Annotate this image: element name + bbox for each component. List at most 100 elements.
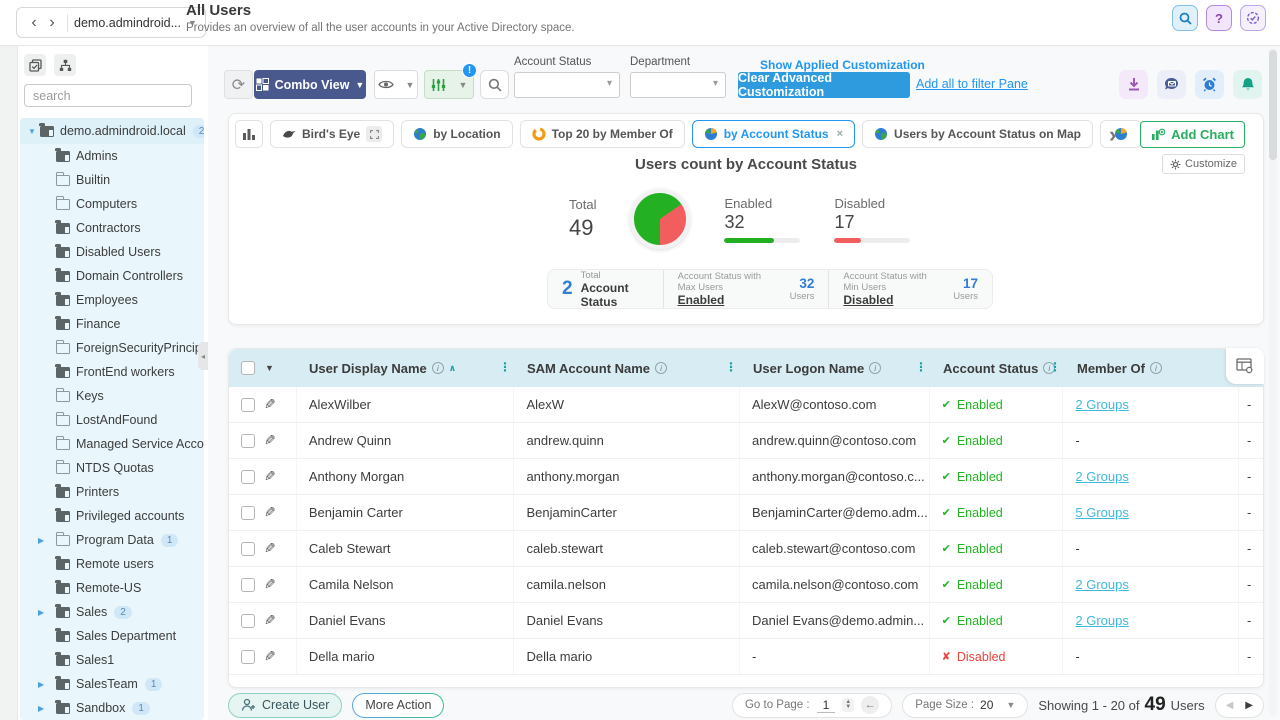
table-row-della-mario[interactable]: ✎Della marioDella mario-Disabled--	[229, 639, 1263, 675]
chart-tab-more[interactable]	[1100, 120, 1142, 148]
back-arrow-icon[interactable]: ‹	[25, 15, 43, 31]
multi-select-button[interactable]	[24, 54, 46, 76]
goto-page-go-icon[interactable]: ←	[861, 696, 879, 714]
sidebar-item-privileged-accounts[interactable]: Privileged accounts	[20, 504, 204, 528]
sidebar-item-sales1[interactable]: Sales1	[20, 648, 204, 672]
row-checkbox[interactable]	[241, 650, 255, 664]
chart-tab-users-by-account-status-on-map[interactable]: Users by Account Status on Map	[862, 120, 1093, 148]
goto-page-input[interactable]: 1	[817, 698, 836, 713]
sidebar-item-lostandfound[interactable]: LostAndFound	[20, 408, 204, 432]
edit-pencil-icon[interactable]: ✎	[264, 468, 276, 485]
table-row-alexwilber[interactable]: ✎AlexWilberAlexWAlexW@contoso.comEnabled…	[229, 387, 1263, 423]
sidebar-item-ntds-quotas[interactable]: NTDS Quotas	[20, 456, 204, 480]
edit-pencil-icon[interactable]: ✎	[264, 648, 276, 665]
history-button[interactable]	[1240, 5, 1266, 31]
sidebar-item-foreignsecurityprincipals[interactable]: ForeignSecurityPrincipals	[20, 336, 204, 360]
tree-root-domain[interactable]: ▼ demo.admindroid.local 29	[20, 118, 204, 144]
sidebar-item-remote-us[interactable]: Remote-US	[20, 576, 204, 600]
account-status-filter-select[interactable]	[514, 72, 620, 98]
sidebar-item-builtin[interactable]: Builtin	[20, 168, 204, 192]
page-size-control[interactable]: Page Size : 20 ▼	[902, 693, 1028, 718]
sidebar-item-sandbox[interactable]: ▶Sandbox1	[20, 696, 204, 720]
expand-arrow-icon[interactable]: ▶	[38, 608, 50, 617]
sidebar-item-managed-service-accoun[interactable]: Managed Service Accoun...	[20, 432, 204, 456]
member-groups-link[interactable]: 5 Groups	[1075, 505, 1128, 520]
sidebar-item-domain-controllers[interactable]: Domain Controllers	[20, 264, 204, 288]
edit-pencil-icon[interactable]: ✎	[264, 504, 276, 521]
row-checkbox[interactable]	[241, 398, 255, 412]
chart-tab-top-20-by-member-of[interactable]: Top 20 by Member Of	[520, 120, 685, 148]
col-sam-account-name[interactable]: SAM Account Name	[515, 349, 741, 387]
row-checkbox[interactable]	[241, 434, 255, 448]
org-tree-button[interactable]	[54, 54, 76, 76]
member-groups-link[interactable]: 2 Groups	[1075, 397, 1128, 412]
feedback-button[interactable]	[1157, 70, 1186, 99]
sidebar-item-program-data[interactable]: ▶Program Data1	[20, 528, 204, 552]
sidebar-item-printers[interactable]: Printers	[20, 480, 204, 504]
sidebar-search-input[interactable]	[33, 89, 194, 103]
expand-arrow-icon[interactable]: ▶	[38, 680, 50, 689]
sidebar-item-keys[interactable]: Keys	[20, 384, 204, 408]
row-checkbox[interactable]	[241, 542, 255, 556]
column-settings-button[interactable]	[1226, 348, 1264, 384]
sidebar-item-sales[interactable]: ▶Sales2	[20, 600, 204, 624]
col-user-logon-name[interactable]: User Logon Name	[741, 349, 931, 387]
notifications-button[interactable]	[1233, 70, 1262, 99]
chart-list-button[interactable]	[235, 120, 263, 148]
table-row-andrew-quinn[interactable]: ✎Andrew Quinnandrew.quinnandrew.quinn@co…	[229, 423, 1263, 459]
add-all-to-filter-pane-link[interactable]: Add all to filter Pane	[916, 77, 1028, 91]
row-checkbox[interactable]	[241, 578, 255, 592]
sidebar-item-frontend-workers[interactable]: FrontEnd workers	[20, 360, 204, 384]
member-groups-link[interactable]: 2 Groups	[1075, 469, 1128, 484]
sidebar-item-contractors[interactable]: Contractors	[20, 216, 204, 240]
refresh-button[interactable]: ⟳	[224, 70, 253, 99]
row-checkbox[interactable]	[241, 470, 255, 484]
row-checkbox[interactable]	[241, 506, 255, 520]
edit-pencil-icon[interactable]: ✎	[264, 612, 276, 629]
next-page-icon[interactable]: ▶	[1245, 700, 1253, 711]
more-action-button[interactable]: More Action	[352, 693, 444, 718]
select-all-checkbox[interactable]	[241, 361, 255, 375]
help-button[interactable]: ?	[1206, 5, 1232, 31]
combo-view-button[interactable]: Combo View ▼	[254, 70, 366, 99]
sidebar-collapse-handle[interactable]: ◂	[198, 342, 208, 370]
col-user-display-name[interactable]: User Display Name	[297, 349, 515, 387]
edit-pencil-icon[interactable]: ✎	[264, 432, 276, 449]
sidebar-search[interactable]	[24, 84, 192, 107]
chart-tab-by-location[interactable]: by Location	[401, 120, 512, 148]
expand-arrow-icon[interactable]: ▶	[38, 704, 50, 713]
edit-pencil-icon[interactable]: ✎	[264, 540, 276, 557]
sidebar-item-admins[interactable]: Admins	[20, 144, 204, 168]
table-row-camila-nelson[interactable]: ✎Camila Nelsoncamila.nelsoncamila.nelson…	[229, 567, 1263, 603]
show-applied-customization-link[interactable]: Show Applied Customization	[760, 58, 925, 72]
col-account-status[interactable]: Account Status	[931, 349, 1065, 387]
download-button[interactable]	[1119, 70, 1148, 99]
scrollbar-thumb[interactable]	[1269, 50, 1277, 160]
view-visibility-button[interactable]: ▼	[374, 70, 418, 99]
create-user-button[interactable]: Create User	[228, 693, 342, 718]
clear-advanced-customization-button[interactable]: Clear Advanced Customization	[738, 72, 910, 98]
sidebar-item-disabled-users[interactable]: Disabled Users	[20, 240, 204, 264]
chart-tab-by-account-status[interactable]: by Account Status×	[692, 120, 855, 148]
expand-icon[interactable]	[366, 126, 382, 142]
domain-selector[interactable]: demo.admindroid...	[74, 16, 181, 30]
table-row-daniel-evans[interactable]: ✎Daniel EvansDaniel EvansDaniel Evans@de…	[229, 603, 1263, 639]
sidebar-item-salesteam[interactable]: ▶SalesTeam1	[20, 672, 204, 696]
member-groups-link[interactable]: 2 Groups	[1075, 613, 1128, 628]
sidebar-item-remote-users[interactable]: Remote users	[20, 552, 204, 576]
page-stepper[interactable]: ▲▼	[842, 698, 854, 712]
sidebar-item-sales-department[interactable]: Sales Department	[20, 624, 204, 648]
prev-page-icon[interactable]: ◀	[1226, 700, 1234, 711]
sidebar-item-finance[interactable]: Finance	[20, 312, 204, 336]
forward-arrow-icon[interactable]: ›	[43, 15, 61, 31]
summary-max-name[interactable]: Enabled	[678, 293, 778, 307]
add-chart-button[interactable]: Add Chart	[1140, 121, 1245, 148]
sidebar-item-computers[interactable]: Computers	[20, 192, 204, 216]
select-menu-caret-icon[interactable]: ▼	[265, 363, 274, 373]
table-row-anthony-morgan[interactable]: ✎Anthony Morgananthony.morgananthony.mor…	[229, 459, 1263, 495]
table-row-benjamin-carter[interactable]: ✎Benjamin CarterBenjaminCarterBenjaminCa…	[229, 495, 1263, 531]
sidebar-item-employees[interactable]: Employees	[20, 288, 204, 312]
collapse-arrow-icon[interactable]: ▼	[28, 127, 40, 136]
table-row-caleb-stewart[interactable]: ✎Caleb Stewartcaleb.stewartcaleb.stewart…	[229, 531, 1263, 567]
step-down-icon[interactable]: ▼	[845, 705, 851, 710]
